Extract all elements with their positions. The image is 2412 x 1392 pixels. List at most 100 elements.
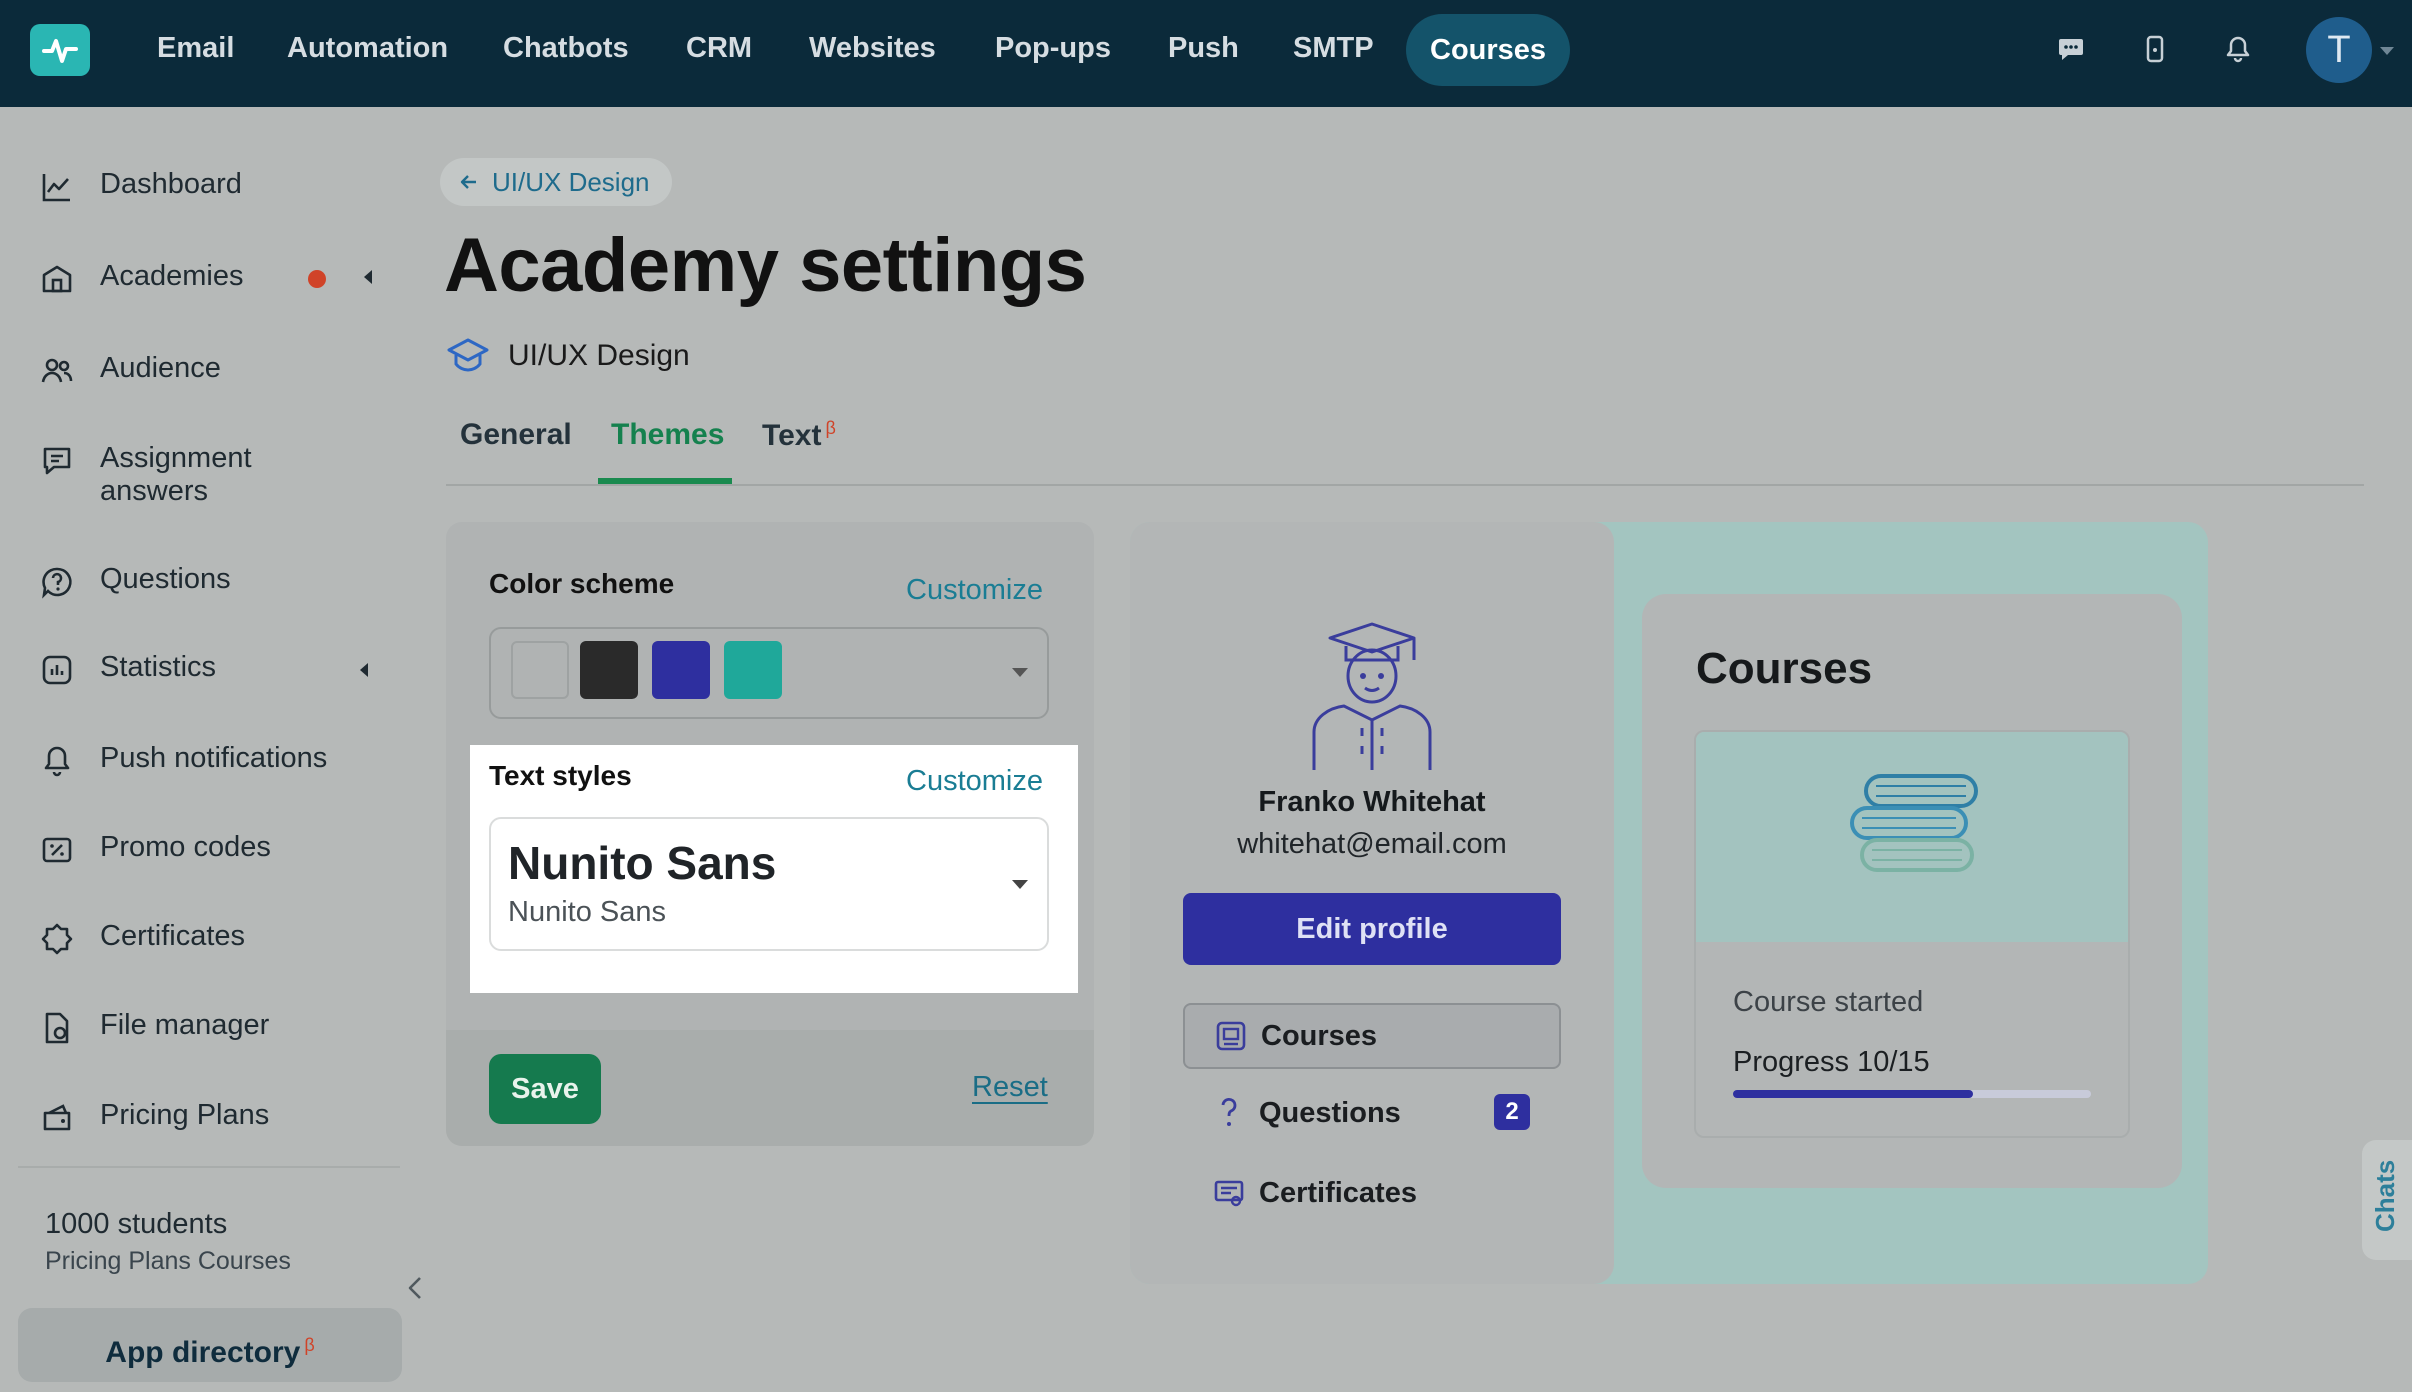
sidebar-item-academies[interactable]: Academies [40, 260, 290, 296]
nav-websites[interactable]: Websites [809, 28, 936, 68]
app-directory-label: App directory [105, 1336, 301, 1369]
chats-label: Chats [2370, 1159, 2400, 1232]
pricing-icon [43, 1104, 71, 1131]
top-navigation-bar: Email Automation Chatbots CRM Websites P… [0, 0, 2412, 107]
breadcrumb[interactable]: UI/UX Design [440, 158, 672, 206]
questions-count-badge: 2 [1494, 1094, 1530, 1130]
preview-menu-courses[interactable]: Courses [1183, 1003, 1561, 1069]
breadcrumb-label: UI/UX Design [492, 166, 650, 197]
menu-label: Courses [1261, 1019, 1378, 1052]
sidebar-item-label: File manager [100, 1009, 270, 1041]
sidebar-item-assignment-answers[interactable]: Assignment answers [40, 442, 290, 508]
beta-mark: β [825, 418, 836, 438]
sidebar-item-audience[interactable]: Audience [40, 352, 290, 388]
nav-push[interactable]: Push [1168, 28, 1239, 68]
mobile-icon[interactable] [2140, 34, 2170, 64]
font-sub-preview: Nunito Sans [508, 896, 666, 928]
student-avatar-icon [1312, 622, 1432, 770]
course-status: Course started [1733, 986, 1924, 1018]
tab-text[interactable]: Text β [762, 418, 836, 453]
courses-icon [1216, 1021, 1246, 1051]
chats-tab[interactable]: Chats [2362, 1140, 2412, 1260]
sidebar-item-label: Statistics [100, 651, 217, 683]
nav-crm[interactable]: CRM [686, 28, 752, 68]
books-icon [1850, 774, 1978, 872]
course-image [1696, 732, 2128, 942]
app-directory-button[interactable]: App directory β [18, 1308, 402, 1382]
nav-smtp[interactable]: SMTP [1293, 28, 1374, 68]
students-count: 1000 students [45, 1208, 228, 1240]
profile-email: whitehat@email.com [1237, 828, 1507, 860]
question-icon [42, 567, 72, 599]
sidebar-item-file-manager[interactable]: File manager [40, 1009, 290, 1045]
tabs-divider [446, 484, 2364, 486]
chevron-down-icon[interactable] [1012, 668, 1028, 677]
tab-general[interactable]: General [460, 418, 572, 452]
bell-icon [44, 746, 70, 777]
sidebar-item-certificates[interactable]: Certificates [40, 920, 290, 956]
user-avatar[interactable]: T [2306, 17, 2372, 83]
swatch-blue [652, 641, 710, 699]
sidebar-item-push-notifications[interactable]: Push notifications [40, 742, 360, 778]
students-plan-subtitle: Pricing Plans Courses [45, 1247, 291, 1275]
question-mark-icon [1221, 1098, 1237, 1126]
statistics-icon [42, 655, 72, 685]
chart-line-icon [42, 174, 70, 202]
progress-bar [1733, 1090, 2091, 1098]
color-scheme-label: Color scheme [489, 568, 675, 599]
expand-caret-icon[interactable] [364, 270, 372, 284]
arrow-left-icon [460, 175, 476, 189]
chat-icon[interactable] [2056, 34, 2086, 64]
sidebar-item-promo-codes[interactable]: Promo codes [40, 831, 290, 867]
nav-chatbots[interactable]: Chatbots [503, 28, 629, 68]
nav-courses[interactable]: Courses [1406, 14, 1571, 86]
app-logo-icon[interactable] [30, 24, 90, 76]
sidebar-item-questions[interactable]: Questions [40, 563, 290, 599]
courses-title: Courses [1696, 644, 1873, 693]
academy-icon [42, 265, 72, 293]
nav-popups[interactable]: Pop-ups [995, 28, 1111, 68]
menu-label: Certificates [1259, 1176, 1417, 1209]
preview-menu-certificates[interactable]: Certificates [1183, 1160, 1561, 1226]
promo-icon [42, 837, 72, 863]
page-title: Academy settings [444, 223, 1087, 308]
profile-name: Franko Whitehat [1258, 786, 1486, 818]
chevron-down-icon[interactable] [2380, 47, 2394, 55]
academy-name: UI/UX Design [446, 336, 690, 376]
certificate-icon [41, 923, 73, 955]
sidebar-item-statistics[interactable]: Statistics [40, 651, 290, 687]
beta-mark: β [304, 1335, 315, 1355]
nav-email[interactable]: Email [157, 28, 234, 68]
reset-link[interactable]: Reset [972, 1071, 1048, 1104]
nav-automation[interactable]: Automation [287, 28, 448, 68]
bell-icon[interactable] [2223, 34, 2253, 64]
font-title-preview: Nunito Sans [508, 837, 777, 889]
sidebar-item-dashboard[interactable]: Dashboard [40, 168, 290, 204]
swatch-dark [580, 641, 638, 699]
collapse-sidebar-icon[interactable] [406, 1276, 424, 1300]
menu-label: Questions [1259, 1096, 1401, 1129]
sidebar-item-label: Assignment answers [100, 442, 252, 507]
tab-text-label: Text [762, 419, 822, 452]
customize-color-link[interactable]: Customize [906, 574, 1043, 607]
expand-caret-icon[interactable] [360, 663, 368, 677]
sidebar-divider [18, 1166, 400, 1168]
academy-name-label: UI/UX Design [508, 339, 690, 372]
edit-profile-button[interactable]: Edit profile [1183, 893, 1561, 965]
certificate-icon [1214, 1180, 1244, 1207]
users-icon [41, 358, 73, 383]
tab-themes[interactable]: Themes [611, 418, 724, 452]
notification-dot [308, 270, 326, 288]
sidebar-item-label: Academies [100, 260, 244, 292]
save-button[interactable]: Save [489, 1054, 601, 1124]
active-tab-indicator [598, 478, 732, 484]
assignment-icon [43, 447, 71, 475]
sidebar-item-pricing-plans[interactable]: Pricing Plans [40, 1099, 290, 1135]
course-progress-label: Progress 10/15 [1733, 1046, 1930, 1078]
text-styles-label: Text styles [489, 760, 632, 791]
sidebar-item-label: Certificates [100, 920, 246, 952]
sidebar-item-label: Push notifications [100, 742, 328, 774]
sidebar-item-label: Audience [100, 352, 221, 384]
customize-text-link[interactable]: Customize [906, 765, 1043, 798]
chevron-down-icon[interactable] [1012, 880, 1028, 889]
